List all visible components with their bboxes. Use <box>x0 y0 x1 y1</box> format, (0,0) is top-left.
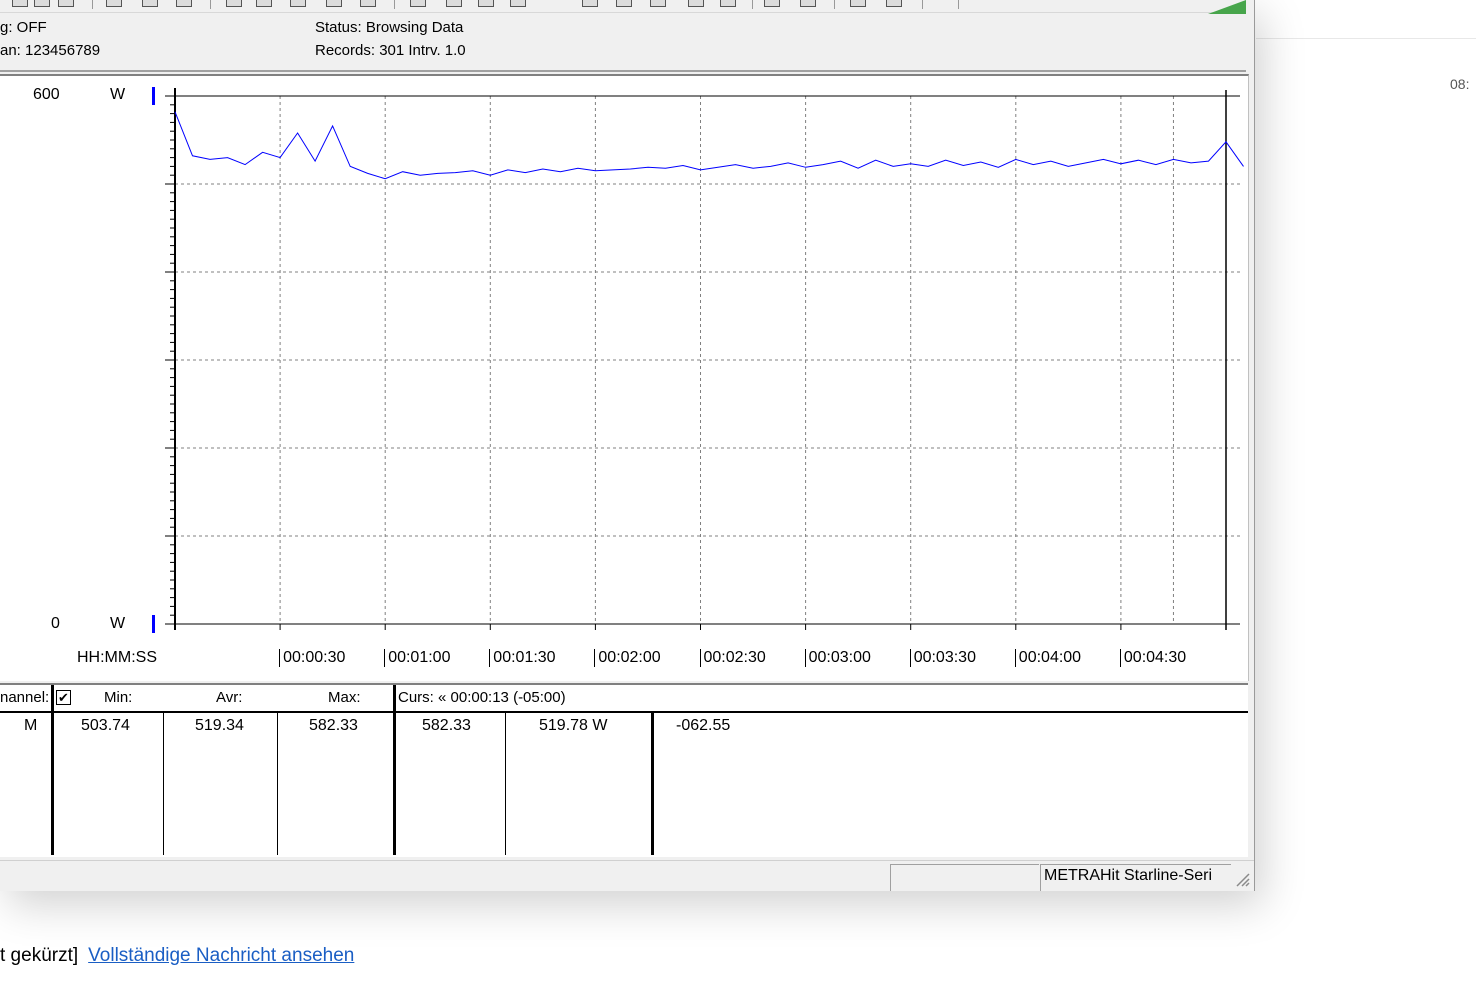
x-tick-label: 00:01:30 <box>489 649 556 667</box>
toolbar-button-21[interactable] <box>764 0 780 7</box>
avr-header: Avr: <box>216 689 243 706</box>
toolbar-button-10[interactable] <box>326 0 342 7</box>
column-divider <box>651 711 654 855</box>
toolbar-button-23[interactable] <box>850 0 866 7</box>
toolbar-button-17[interactable] <box>616 0 632 7</box>
x-tick-label: 00:04:30 <box>1119 649 1186 667</box>
column-divider <box>505 711 506 855</box>
toolbar-button-14[interactable] <box>478 0 494 7</box>
toolbar-button-19[interactable] <box>688 0 704 7</box>
header-divider <box>0 711 1248 713</box>
y-min-marker <box>152 615 155 633</box>
toolbar-button-8[interactable] <box>256 0 272 7</box>
toolbar-separator <box>922 0 923 9</box>
app-window: g: OFF an: 123456789 Status: Browsing Da… <box>0 0 1255 891</box>
channel-header: nannel: <box>0 689 50 706</box>
toolbar-button-13[interactable] <box>446 0 462 7</box>
view-full-message-link[interactable]: Vollständige Nachricht ansehen <box>88 945 354 966</box>
corner-triangle-icon <box>1208 0 1246 14</box>
x-tick-label: 00:00:30 <box>279 649 345 667</box>
toolbar-button-20[interactable] <box>720 0 736 7</box>
x-tick-label: 00:02:00 <box>594 649 661 667</box>
records-info: Records: 301 Intrv. 1.0 <box>315 42 466 59</box>
toolbar-button-15[interactable] <box>510 0 526 7</box>
right-divider <box>1256 38 1476 39</box>
x-tick-label: 00:01:00 <box>384 649 450 667</box>
x-tick-label: 00:03:30 <box>909 649 976 667</box>
y-max-marker <box>152 87 155 105</box>
cursor-watt-cell: 519.78 W <box>539 717 608 734</box>
status-panel <box>890 864 1039 891</box>
toolbar-button-16[interactable] <box>582 0 598 7</box>
cursor-value-cell: 582.33 <box>422 717 471 734</box>
toolbar-separator <box>394 0 395 9</box>
toolbar <box>0 0 1246 13</box>
x-tick-label: 00:04:00 <box>1014 649 1081 667</box>
series-line <box>174 111 1244 180</box>
toolbar-separator <box>752 0 753 9</box>
toolbar-button-11[interactable] <box>360 0 376 7</box>
logging-status: g: OFF <box>0 19 47 36</box>
toolbar-button-2[interactable] <box>34 0 50 7</box>
toolbar-separator <box>210 0 211 9</box>
column-divider <box>51 685 54 855</box>
line-chart <box>152 87 1244 633</box>
status-bar: METRAHit Starline-Seri <box>0 860 1254 891</box>
x-tick-label: 00:03:00 <box>804 649 871 667</box>
stats-table: nannel: ✔ Min: Avr: Max: Curs: « 00:00:1… <box>0 683 1248 857</box>
message-footer: t gekürzt] Vollständige Nachricht ansehen <box>0 945 354 967</box>
cursor-header: Curs: « 00:00:13 (-05:00) <box>398 689 566 706</box>
toolbar-button-12[interactable] <box>410 0 426 7</box>
toolbar-separator <box>92 0 93 9</box>
scan-id: an: 123456789 <box>0 42 101 59</box>
info-panel: g: OFF an: 123456789 Status: Browsing Da… <box>0 14 1246 72</box>
toolbar-button-5[interactable] <box>142 0 158 7</box>
toolbar-button-24[interactable] <box>886 0 902 7</box>
toolbar-button-18[interactable] <box>650 0 666 7</box>
toolbar-button-6[interactable] <box>176 0 192 7</box>
truncated-note: t gekürzt] <box>0 945 79 966</box>
toolbar-button-22[interactable] <box>800 0 816 7</box>
channel-cell: M <box>24 717 38 734</box>
avr-cell: 519.34 <box>195 717 244 734</box>
max-cell: 582.33 <box>309 717 358 734</box>
toolbar-button-1[interactable] <box>12 0 28 7</box>
message-time: 08: <box>1450 76 1470 92</box>
resize-grip-icon[interactable] <box>1234 871 1250 887</box>
channel-checkbox[interactable]: ✔ <box>56 690 71 705</box>
browse-status: Status: Browsing Data <box>315 19 464 36</box>
min-header: Min: <box>104 689 133 706</box>
toolbar-button-4[interactable] <box>106 0 122 7</box>
column-divider <box>277 711 278 855</box>
toolbar-button-7[interactable] <box>226 0 242 7</box>
column-divider <box>393 685 396 855</box>
max-header: Max: <box>328 689 361 706</box>
toolbar-button-3[interactable] <box>58 0 74 7</box>
min-cell: 503.74 <box>81 717 130 734</box>
toolbar-separator <box>958 0 959 9</box>
column-divider <box>163 711 164 855</box>
x-tick-label: 00:02:30 <box>699 649 766 667</box>
delta-cell: -062.55 <box>676 717 731 734</box>
toolbar-button-9[interactable] <box>290 0 306 7</box>
toolbar-separator <box>834 0 835 9</box>
device-name: METRAHit Starline-Seri <box>1044 867 1213 884</box>
x-axis-format-label: HH:MM:SS <box>77 649 157 666</box>
